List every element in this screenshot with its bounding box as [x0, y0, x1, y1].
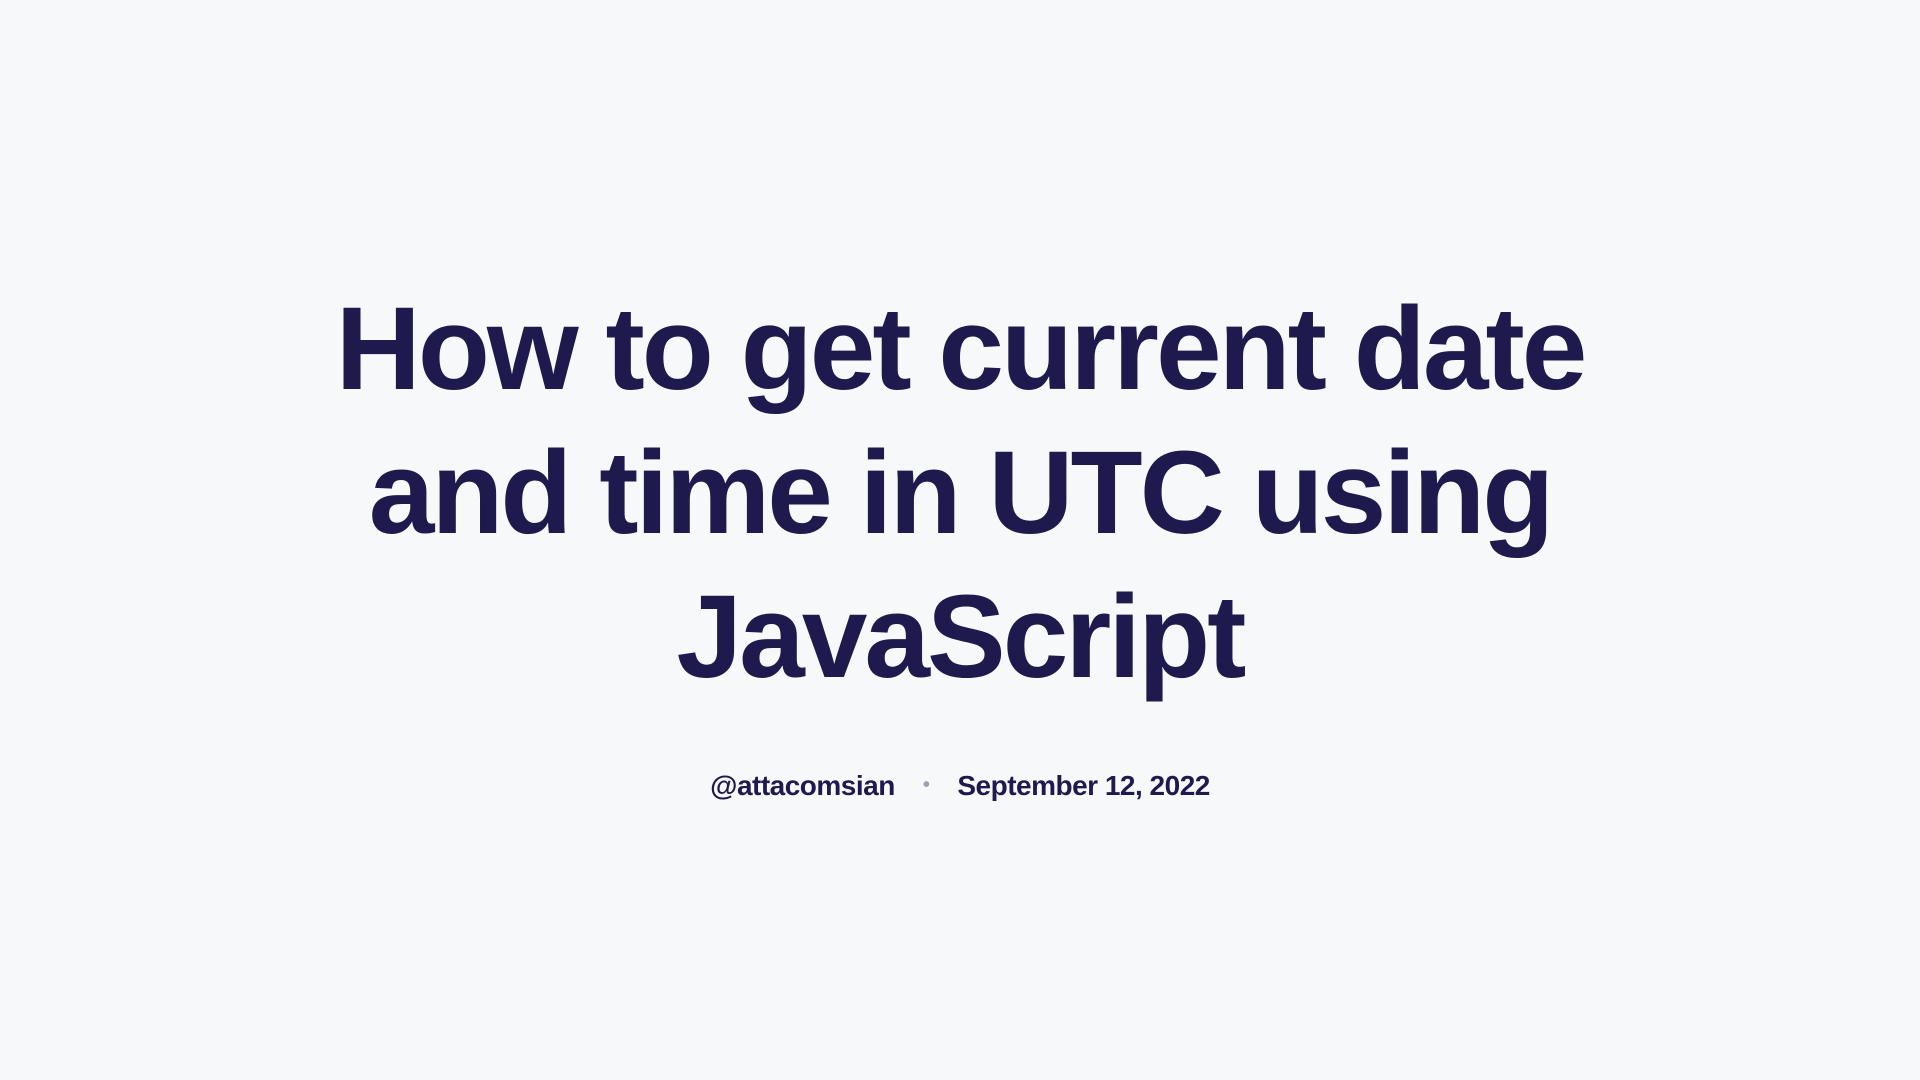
- separator-bullet: •: [923, 774, 930, 797]
- article-meta: @attacomsian • September 12, 2022: [300, 770, 1620, 802]
- article-title: How to get current date and time in UTC …: [300, 278, 1620, 710]
- article-header: How to get current date and time in UTC …: [260, 278, 1660, 802]
- publish-date: September 12, 2022: [957, 770, 1210, 802]
- author-handle: @attacomsian: [710, 770, 895, 802]
